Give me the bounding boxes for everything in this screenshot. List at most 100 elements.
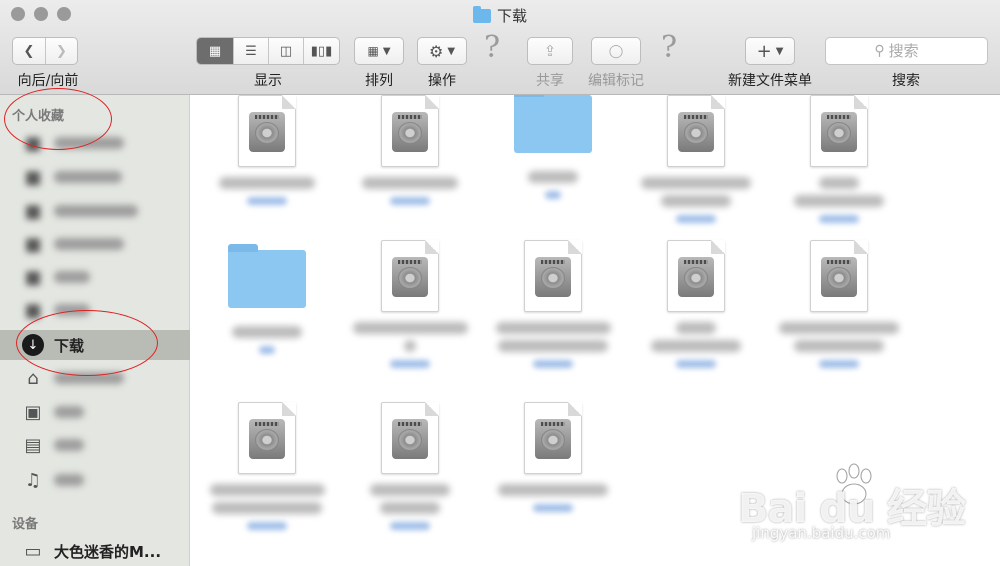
disk-image-icon <box>524 402 582 474</box>
window-title: 下载 <box>0 5 1000 26</box>
folder-item[interactable] <box>483 95 623 203</box>
arrange-label: 排列 <box>365 73 393 89</box>
list-view-button[interactable]: ☰ <box>234 38 269 64</box>
film-icon: ▤ <box>24 434 42 456</box>
blurred-file-name <box>528 171 578 183</box>
blurred-file-name <box>219 177 315 189</box>
share-button[interactable]: ⇪ <box>527 37 573 65</box>
blurred-file-name <box>370 484 450 496</box>
search-input[interactable] <box>888 42 939 60</box>
blurred-icon: ■ <box>24 266 42 288</box>
blurred-file-size <box>390 522 430 530</box>
search-icon: ⚲ <box>874 43 885 59</box>
grid-icon: ▦ <box>208 43 222 59</box>
file-item[interactable] <box>197 95 337 209</box>
blurred-file-size <box>390 197 430 205</box>
sidebar-item-pictures[interactable]: ▣ <box>0 397 190 427</box>
home-icon: ⌂ <box>27 367 39 389</box>
list-icon: ☰ <box>245 43 257 59</box>
folder-icon <box>228 244 306 308</box>
back-button[interactable]: ❮ <box>13 38 46 64</box>
sidebar-item-blurred[interactable]: ■ <box>0 162 190 192</box>
blurred-icon: ■ <box>24 166 42 188</box>
sidebar-item-device[interactable]: ▭ 大色迷香的M... <box>0 536 190 566</box>
file-item[interactable] <box>483 402 623 516</box>
disk-image-icon <box>667 95 725 167</box>
blurred-file-size <box>533 360 573 368</box>
question-icon: ? <box>484 30 501 65</box>
sidebar-item-blurred[interactable]: ■ <box>0 196 190 226</box>
sidebar-item-blurred[interactable]: ■ <box>0 295 190 325</box>
sidebar-item-blurred[interactable]: ■ <box>0 229 190 259</box>
favorites-heading: 个人收藏 <box>12 109 65 124</box>
blurred-file-size <box>676 360 716 368</box>
folder-icon <box>472 6 491 23</box>
blurred-file-name <box>352 322 468 334</box>
blurred-file-name <box>232 326 302 338</box>
laptop-icon: ▭ <box>24 540 42 562</box>
file-item[interactable] <box>626 95 766 227</box>
chevron-right-icon: ❯ <box>56 43 67 59</box>
file-item[interactable] <box>340 95 480 209</box>
blurred-file-name <box>380 502 440 514</box>
plus-icon: + <box>756 40 772 62</box>
file-item[interactable] <box>197 402 337 534</box>
forward-button[interactable]: ❯ <box>46 38 77 64</box>
blurred-file-name <box>498 484 608 496</box>
arrange-icon: ▦ <box>367 44 379 58</box>
edit-tags-button[interactable]: ◯ <box>591 37 641 65</box>
chevron-down-icon: ▼ <box>447 45 456 57</box>
sidebar-item-music[interactable]: ♫ <box>0 465 190 495</box>
file-item[interactable] <box>769 240 909 372</box>
blurred-icon: ■ <box>24 132 42 154</box>
icon-view-button[interactable]: ▦ <box>197 38 234 64</box>
arrange-button[interactable]: ▦ ▼ <box>354 37 404 65</box>
disk-image-icon <box>381 240 439 312</box>
sidebar-item-blurred[interactable]: ■ <box>0 262 190 292</box>
blurred-label <box>54 406 84 418</box>
back-forward-control: ❮ ❯ <box>12 37 78 65</box>
share-icon: ⇪ <box>543 42 557 60</box>
action-button[interactable]: ⚙ ▼ <box>417 37 467 65</box>
file-item[interactable] <box>340 240 480 372</box>
column-view-button[interactable]: ◫ <box>269 38 304 64</box>
blurred-label <box>54 304 90 316</box>
blurred-file-size <box>247 522 287 530</box>
search-field[interactable]: ⚲ <box>825 37 988 65</box>
disk-image-icon <box>810 95 868 167</box>
sidebar-item-home[interactable]: ⌂ <box>0 363 190 393</box>
file-item[interactable] <box>483 240 623 372</box>
file-item[interactable] <box>340 402 480 534</box>
blurred-file-size <box>819 215 859 223</box>
view-mode-control: ▦ ☰ ◫ ▮▯▮ <box>196 37 340 65</box>
blurred-file-name <box>362 177 458 189</box>
disk-image-icon <box>381 402 439 474</box>
blurred-file-name <box>498 340 608 352</box>
window-title-text: 下载 <box>496 7 527 25</box>
devices-heading: 设备 <box>12 517 39 532</box>
new-menu-button[interactable]: + ▼ <box>745 37 795 65</box>
file-item[interactable] <box>769 95 909 227</box>
action-label: 操作 <box>428 73 456 89</box>
folder-item[interactable] <box>197 240 337 358</box>
blurred-file-name <box>794 195 884 207</box>
file-grid <box>191 95 1000 566</box>
sidebar-item-blurred[interactable]: ■ <box>0 128 190 158</box>
blurred-file-size <box>533 504 573 512</box>
sidebar-item-label: 下载 <box>54 336 85 355</box>
disk-image-icon <box>524 240 582 312</box>
blurred-file-name <box>212 502 322 514</box>
cover-flow-button[interactable]: ▮▯▮ <box>304 38 339 64</box>
tag-icon: ◯ <box>608 43 624 59</box>
sidebar: 个人收藏 ■ ■ ■ ■ ■ ■ ↓ 下载 ⌂ ▣ ▤ ♫ 设备 ▭ 大色迷香的… <box>0 95 190 566</box>
blurred-file-name <box>661 195 731 207</box>
sidebar-item-downloads[interactable]: ↓ 下载 <box>0 330 190 360</box>
toolbar: 下载 ❮ ❯ 向后/向前 ▦ ☰ ◫ ▮▯▮ 显示 ▦ ▼ 排列 ⚙ ▼ 操作 … <box>0 0 1000 95</box>
folder-icon <box>514 95 592 153</box>
music-icon: ♫ <box>24 469 42 491</box>
sidebar-item-movies[interactable]: ▤ <box>0 430 190 460</box>
file-item[interactable] <box>626 240 766 372</box>
blurred-icon: ■ <box>24 299 42 321</box>
blurred-file-size <box>247 197 287 205</box>
blurred-file-name <box>209 484 325 496</box>
